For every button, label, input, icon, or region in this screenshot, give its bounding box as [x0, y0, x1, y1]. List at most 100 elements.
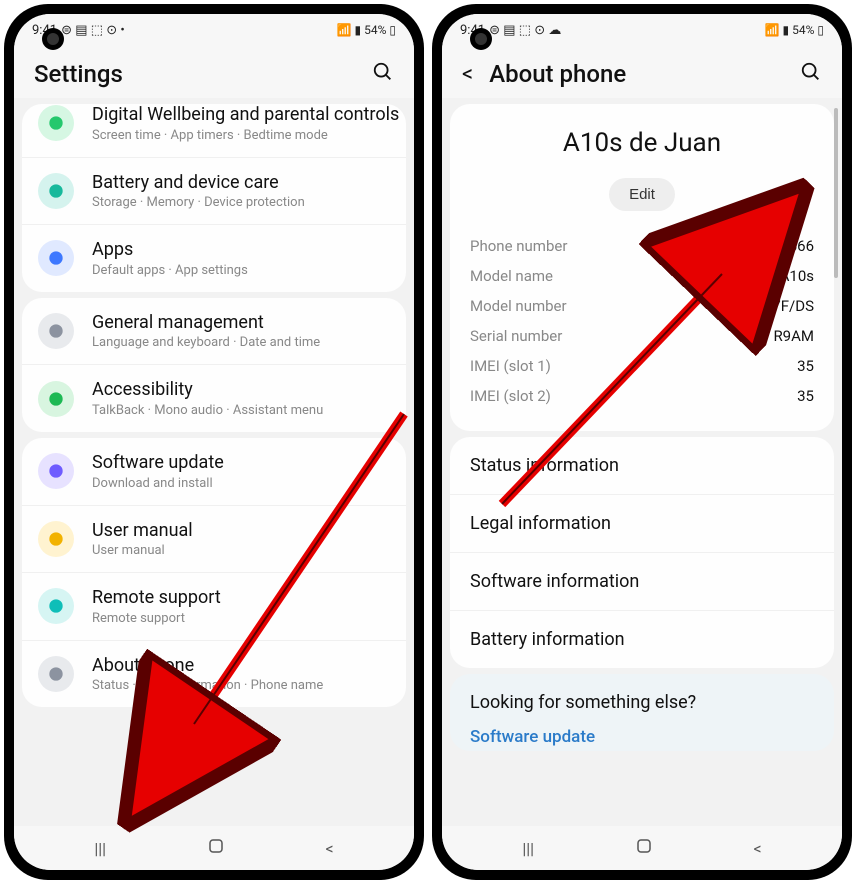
row-title: Battery and device care	[92, 172, 390, 194]
settings-row[interactable]: Battery and device careStorage · Memory …	[22, 158, 406, 226]
info-row: IMEI (slot 1) 35	[470, 351, 814, 381]
info-link-row[interactable]: Software information	[450, 553, 834, 611]
phone-left: 9:41 ⊜ ▤ ⬚ ⊙ • 📶 ▮ 54% ▯ Settings Digita…	[4, 4, 424, 880]
info-value: R9AM	[773, 327, 814, 345]
page-title: About phone	[489, 60, 784, 88]
phone-right: 9:41 ⊜ ▤ ⬚ ⊙ ☁ 📶 ▮ 54% ▯ < About phone A…	[432, 4, 852, 880]
settings-row[interactable]: General managementLanguage and keyboard …	[22, 298, 406, 366]
wifi-icon: 📶	[765, 23, 780, 37]
looking-link[interactable]: Software update	[470, 727, 814, 747]
recents-button[interactable]: |||	[522, 839, 534, 858]
row-title: General management	[92, 312, 390, 334]
row-title: Remote support	[92, 587, 390, 609]
status-bar: 9:41 ⊜ ▤ ⬚ ⊙ ☁ 📶 ▮ 54% ▯	[442, 14, 842, 46]
info-label: Phone number	[470, 237, 567, 255]
settings-row[interactable]: Software update Download and install	[22, 438, 406, 506]
row-icon	[38, 453, 74, 489]
page-title: Settings	[34, 60, 356, 88]
row-title: Apps	[92, 239, 390, 261]
row-subtitle: User manual	[92, 543, 390, 558]
battery-icon: ▯	[817, 23, 824, 37]
nav-bar: ||| <	[14, 826, 414, 870]
search-icon[interactable]	[372, 61, 394, 88]
info-value: +34666666666	[713, 237, 814, 255]
row-icon	[38, 588, 74, 624]
row-icon	[38, 656, 74, 692]
row-title: Software update	[92, 452, 390, 474]
status-bar: 9:41 ⊜ ▤ ⬚ ⊙ • 📶 ▮ 54% ▯	[14, 14, 414, 46]
links-card: Status informationLegal informationSoftw…	[450, 437, 834, 668]
row-title: Accessibility	[92, 379, 390, 401]
settings-card: General managementLanguage and keyboard …	[22, 298, 406, 432]
settings-card: Digital Wellbeing and parental controls S…	[22, 104, 406, 292]
device-card: A10s de Juan Edit Phone number +346666666…	[450, 104, 834, 431]
back-button[interactable]: <	[753, 839, 761, 858]
row-subtitle: Download and install	[92, 476, 390, 491]
row-subtitle: Storage · Memory · Device protection	[92, 195, 390, 210]
battery-icon: ▯	[389, 23, 396, 37]
row-icon	[38, 240, 74, 276]
row-subtitle: TalkBack · Mono audio · Assistant menu	[92, 403, 390, 418]
home-button[interactable]	[635, 837, 653, 859]
home-button[interactable]	[207, 837, 225, 859]
signal-icon: ▮	[783, 23, 790, 37]
info-row: IMEI (slot 2) 35	[470, 381, 814, 411]
about-content[interactable]: A10s de Juan Edit Phone number +346666666…	[442, 98, 842, 826]
info-label: IMEI (slot 1)	[470, 357, 551, 375]
screen-left: 9:41 ⊜ ▤ ⬚ ⊙ • 📶 ▮ 54% ▯ Settings Digita…	[14, 14, 414, 870]
settings-header: Settings	[14, 46, 414, 98]
settings-row[interactable]: AppsDefault apps · App settings	[22, 225, 406, 292]
camera-hole	[42, 28, 64, 50]
info-label: Model number	[470, 297, 567, 315]
screen-right: 9:41 ⊜ ▤ ⬚ ⊙ ☁ 📶 ▮ 54% ▯ < About phone A…	[442, 14, 842, 870]
row-icon	[38, 381, 74, 417]
info-row: Serial number R9AM	[470, 321, 814, 351]
back-icon[interactable]: <	[462, 62, 473, 87]
back-button[interactable]: <	[325, 839, 333, 858]
search-icon[interactable]	[800, 61, 822, 88]
settings-row[interactable]: User manualUser manual	[22, 506, 406, 574]
settings-row[interactable]: Remote support Remote support	[22, 573, 406, 641]
battery-text: 54%	[792, 23, 814, 37]
settings-list[interactable]: Digital Wellbeing and parental controls S…	[14, 98, 414, 826]
signal-icon: ▮	[355, 23, 362, 37]
settings-row[interactable]: Accessibility TalkBack · Mono audio · Ass…	[22, 365, 406, 432]
row-icon	[38, 313, 74, 349]
status-icons: ⊜ ▤ ⬚ ⊙ ☁	[489, 23, 561, 38]
settings-row[interactable]: Digital Wellbeing and parental controls S…	[22, 104, 406, 158]
info-link-row[interactable]: Battery information	[450, 611, 834, 668]
camera-hole	[470, 28, 492, 50]
row-icon	[38, 105, 74, 141]
row-subtitle: Language and keyboard · Date and time	[92, 335, 390, 350]
settings-row[interactable]: About phoneStatus · Legal information · …	[22, 641, 406, 708]
battery-text: 54%	[364, 23, 386, 37]
info-value: Galaxy A10s	[731, 267, 814, 285]
info-label: IMEI (slot 2)	[470, 387, 551, 405]
info-link-row[interactable]: Legal information	[450, 495, 834, 553]
row-icon	[38, 521, 74, 557]
row-title: Digital Wellbeing and parental controls	[92, 104, 399, 126]
wifi-icon: 📶	[337, 23, 352, 37]
recents-button[interactable]: |||	[94, 839, 106, 858]
info-row: Model number SM-A107F/DS	[470, 291, 814, 321]
scrollbar[interactable]	[834, 108, 838, 278]
edit-button[interactable]: Edit	[609, 178, 675, 211]
nav-bar: ||| <	[442, 826, 842, 870]
info-value: 35	[797, 387, 814, 405]
row-subtitle: Status · Legal information · Phone name	[92, 678, 390, 693]
row-icon	[38, 173, 74, 209]
info-label: Serial number	[470, 327, 562, 345]
row-subtitle: Screen time · App timers · Bedtime mode	[92, 128, 399, 143]
info-link-row[interactable]: Status information	[450, 437, 834, 495]
info-value: SM-A107F/DS	[720, 297, 814, 315]
info-value: 35	[797, 357, 814, 375]
info-row: Model name Galaxy A10s	[470, 261, 814, 291]
device-name: A10s de Juan	[470, 128, 814, 158]
status-icons: ⊜ ▤ ⬚ ⊙ •	[61, 23, 125, 38]
looking-title: Looking for something else?	[470, 692, 814, 713]
info-row: Phone number +34666666666	[470, 231, 814, 261]
info-label: Model name	[470, 267, 553, 285]
looking-card: Looking for something else? Software upd…	[450, 674, 834, 751]
row-title: About phone	[92, 655, 390, 677]
row-subtitle: Remote support	[92, 611, 390, 626]
